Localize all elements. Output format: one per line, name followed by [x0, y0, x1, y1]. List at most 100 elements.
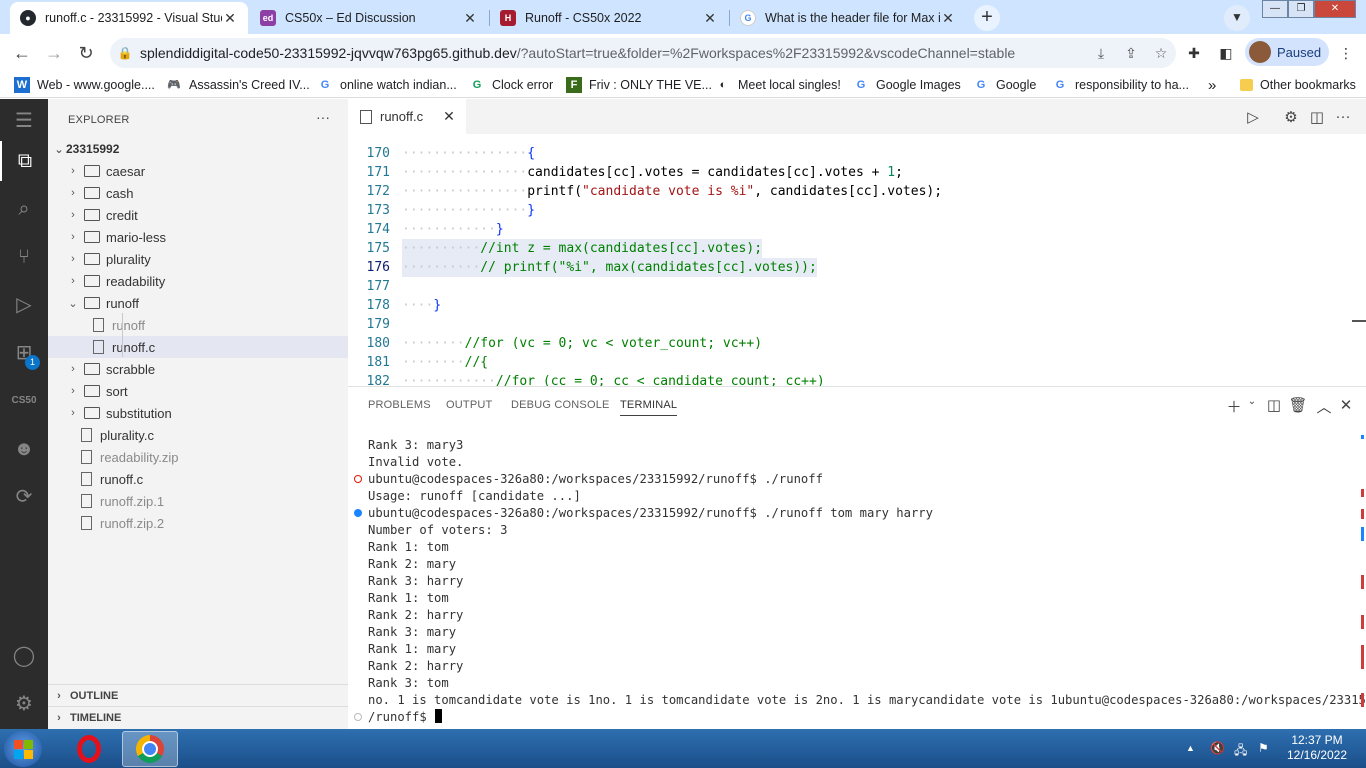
side-panel-icon[interactable]: ◧: [1216, 43, 1236, 63]
file-runoff.c[interactable]: runoff.c: [48, 336, 348, 358]
workspace-root[interactable]: ⌄ 23315992: [48, 138, 348, 160]
file-runoff.c[interactable]: runoff.c: [48, 468, 348, 490]
explorer-icon[interactable]: ⧉: [0, 141, 48, 181]
back-icon[interactable]: ←: [11, 42, 33, 64]
browser-tab-vscode[interactable]: ● runoff.c - 23315992 - Visual Studio Co…: [10, 2, 248, 34]
search-icon[interactable]: ⌕: [0, 189, 48, 229]
maximize-panel-icon[interactable]: ︿: [1314, 396, 1334, 417]
split-editor-icon[interactable]: ◫: [1306, 108, 1328, 126]
folder-credit[interactable]: › credit: [48, 204, 348, 226]
folder-plurality[interactable]: › plurality: [48, 248, 348, 270]
show-hidden-icons[interactable]: ▲: [1186, 743, 1195, 753]
close-tab-icon[interactable]: ✕: [940, 10, 956, 27]
bookmark-item[interactable]: 🎮 Assassin's Creed IV...: [166, 76, 310, 94]
split-terminal-icon[interactable]: ◫: [1264, 396, 1284, 414]
share-icon[interactable]: ⇪: [1116, 45, 1146, 62]
file-readability.zip[interactable]: readability.zip: [48, 446, 348, 468]
file-plurality.c[interactable]: plurality.c: [48, 424, 348, 446]
star-icon[interactable]: ☆: [1146, 45, 1176, 62]
address-bar[interactable]: 🔒 splendiddigital-code50-23315992-jqvvqw…: [110, 38, 1176, 68]
code-line[interactable]: 182 ············//for (cc = 0; cc < candi…: [348, 372, 1366, 386]
close-tab-icon[interactable]: ✕: [222, 10, 238, 27]
reload-icon[interactable]: ↻: [75, 42, 97, 64]
close-tab-icon[interactable]: ✕: [462, 10, 478, 27]
run-debug-icon[interactable]: ▷: [0, 285, 48, 325]
command-success-icon[interactable]: [354, 509, 362, 517]
code-line[interactable]: 172 ················printf("candidate vot…: [348, 182, 1366, 201]
source-control-icon[interactable]: ⑂: [0, 237, 48, 277]
bookmark-item[interactable]: W Web - www.google....: [14, 76, 155, 94]
code-line[interactable]: 170 ················{: [348, 144, 1366, 163]
bookmark-item[interactable]: Gonline watch indian...: [317, 76, 457, 94]
start-button[interactable]: [4, 731, 42, 767]
bookmark-item[interactable]: G Google: [973, 76, 1037, 94]
code-line[interactable]: 175 ··········//int z = max(candidates[cc…: [348, 239, 1366, 258]
bookmark-item[interactable]: G Clock error: [469, 76, 553, 94]
outline-section[interactable]: › OUTLINE: [48, 684, 348, 706]
code-line[interactable]: 179: [348, 315, 1366, 334]
network-icon[interactable]: 🖧: [1234, 741, 1247, 762]
folder-cash[interactable]: › cash: [48, 182, 348, 204]
terminal-output[interactable]: Rank 3: mary3 Invalid vote. ubuntu@codespa…: [354, 437, 1366, 726]
extensions-icon[interactable]: ✚: [1184, 43, 1204, 63]
folder-readability[interactable]: › readability: [48, 270, 348, 292]
install-icon[interactable]: ⤓: [1086, 45, 1116, 62]
bookmark-item[interactable]: G Google Images: [853, 76, 961, 94]
taskbar-clock[interactable]: 12:37 PM 12/16/2022: [1276, 733, 1358, 763]
close-window-button[interactable]: ✕: [1314, 0, 1356, 18]
folder-caesar[interactable]: › caesar: [48, 160, 348, 182]
minimize-button[interactable]: —: [1262, 0, 1288, 18]
command-failed-icon[interactable]: [354, 475, 362, 483]
trash-icon[interactable]: 🗑: [1288, 396, 1308, 414]
menu-icon[interactable]: ☰: [0, 101, 48, 141]
code-line[interactable]: 178 ····}: [348, 296, 1366, 315]
folder-mario-less[interactable]: › mario-less: [48, 226, 348, 248]
settings-gear-icon[interactable]: ⚙: [1280, 108, 1302, 126]
folder-sort[interactable]: › sort: [48, 380, 348, 402]
tab-output[interactable]: OUTPUT: [446, 399, 492, 411]
profile-button[interactable]: Paused: [1245, 38, 1329, 66]
more-menu-icon[interactable]: ⋮: [1336, 43, 1356, 63]
folder-substitution[interactable]: › substitution: [48, 402, 348, 424]
code-line[interactable]: 174 ············}: [348, 220, 1366, 239]
tab-debug-console[interactable]: DEBUG CONSOLE: [511, 399, 610, 411]
cs50-label[interactable]: CS50: [0, 395, 48, 406]
bookmark-item[interactable]: ◐ Meet local singles!: [715, 76, 841, 94]
file-runoff.zip.2[interactable]: runoff.zip.2: [48, 512, 348, 534]
code-line[interactable]: 177: [348, 277, 1366, 296]
code-line[interactable]: 176 ··········// printf("%i", max(candida…: [348, 258, 1366, 277]
browser-tab-ed[interactable]: ed CS50x – Ed Discussion ✕: [250, 2, 488, 34]
bookmark-item[interactable]: Gresponsibility to ha...: [1052, 76, 1189, 94]
more-actions-icon[interactable]: ···: [1332, 108, 1354, 125]
chrome-taskbar-button[interactable]: [122, 731, 178, 767]
file-runoff.zip.1[interactable]: runoff.zip.1: [48, 490, 348, 512]
code-line[interactable]: 171 ················candidates[cc].votes …: [348, 163, 1366, 182]
folder-runoff[interactable]: ⌄ runoff: [48, 292, 348, 314]
folder-scrabble[interactable]: › scrabble: [48, 358, 348, 380]
volume-muted-icon[interactable]: 🔇: [1210, 741, 1225, 755]
opera-taskbar-button[interactable]: [61, 731, 117, 767]
close-icon[interactable]: ✕: [443, 108, 455, 125]
chevron-down-icon[interactable]: ⌄: [1242, 396, 1262, 407]
new-tab-button[interactable]: +: [974, 5, 1000, 31]
remote-icon[interactable]: ⟳: [0, 477, 48, 517]
close-panel-icon[interactable]: ✕: [1336, 396, 1356, 414]
browser-tab-runoff[interactable]: H Runoff - CS50x 2022 ✕: [490, 2, 728, 34]
timeline-section[interactable]: › TIMELINE: [48, 706, 348, 728]
browser-tab-google[interactable]: G What is the header file for Max in C ✕: [730, 2, 966, 34]
tab-problems[interactable]: PROBLEMS: [368, 399, 431, 411]
new-terminal-icon[interactable]: ＋: [1224, 396, 1244, 417]
extensions-icon[interactable]: ⊞ 1: [0, 333, 48, 373]
forward-icon[interactable]: →: [43, 42, 65, 64]
bookmarks-overflow-button[interactable]: »: [1208, 76, 1216, 94]
code-editor[interactable]: 170 ················{171 ················c…: [348, 134, 1366, 386]
maximize-button[interactable]: ❐: [1288, 0, 1314, 18]
lock-icon[interactable]: 🔒: [110, 46, 140, 60]
editor-tab-runoff-c[interactable]: runoff.c ✕: [348, 99, 466, 134]
tab-search-icon[interactable]: ▼: [1224, 5, 1250, 31]
code-line[interactable]: 181 ········//{: [348, 353, 1366, 372]
more-actions-icon[interactable]: ···: [316, 109, 330, 125]
action-center-icon[interactable]: ⚑: [1258, 741, 1269, 755]
bookmark-item[interactable]: F Friv : ONLY THE VE...: [566, 76, 712, 94]
other-bookmarks-button[interactable]: Other bookmarks: [1240, 76, 1356, 94]
